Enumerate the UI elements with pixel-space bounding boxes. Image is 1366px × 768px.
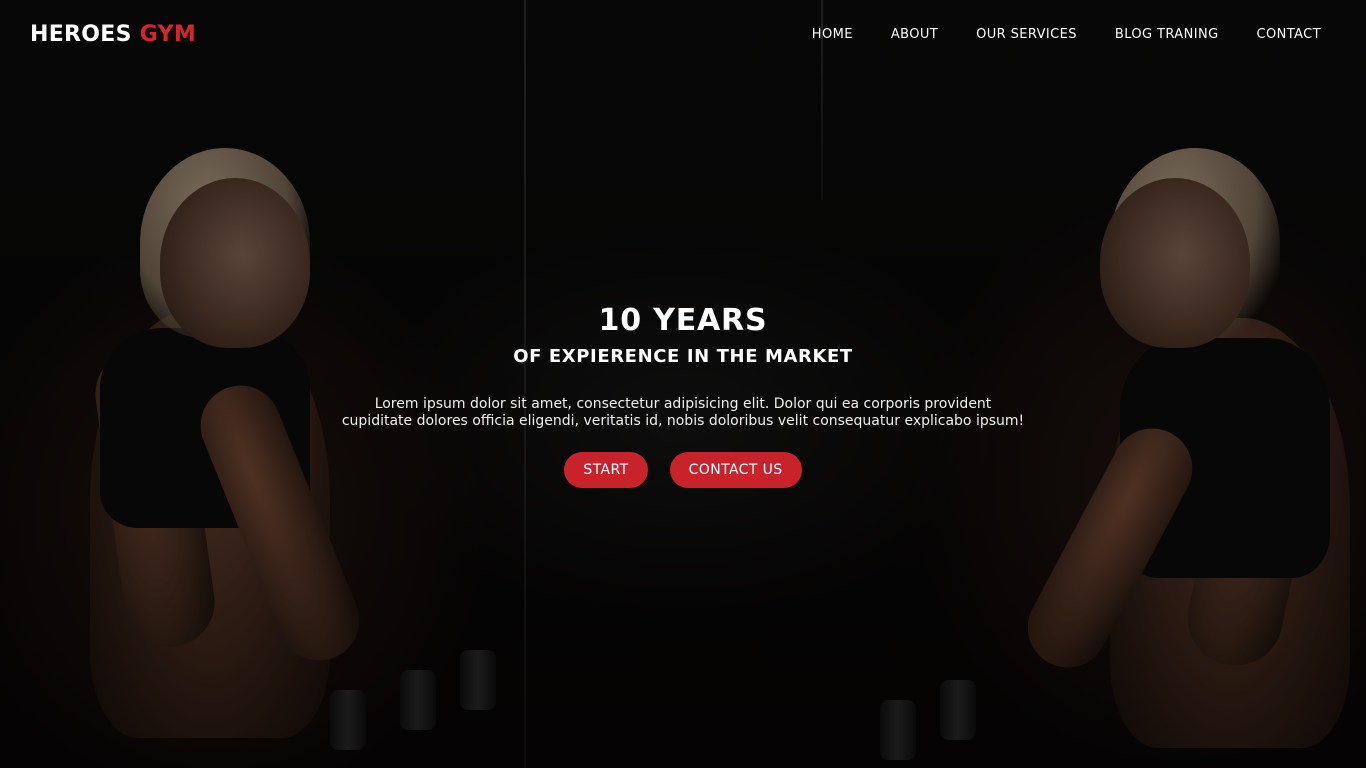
- main-nav: HOME ABOUT OUR SERVICES BLOG TRANING CON…: [812, 27, 1321, 42]
- hero-content: 10 YEARS OF EXPIERENCE IN THE MARKET Lor…: [0, 300, 1366, 488]
- start-button[interactable]: START: [564, 452, 648, 488]
- hero-subheadline: OF EXPIERENCE IN THE MARKET: [513, 346, 853, 367]
- hero-description-line: cupiditate dolores officia eligendi, ver…: [341, 413, 1025, 429]
- hero-headline: 10 YEARS: [598, 303, 768, 338]
- nav-item-home[interactable]: HOME: [812, 27, 853, 42]
- nav-item-blog-traning[interactable]: BLOG TRANING: [1115, 27, 1219, 42]
- hero-section: HEROES GYM HOME ABOUT OUR SERVICES BLOG …: [0, 0, 1366, 768]
- logo-text-main: HEROES: [30, 22, 132, 47]
- site-header: HEROES GYM HOME ABOUT OUR SERVICES BLOG …: [0, 0, 1366, 70]
- hero-description: Lorem ipsum dolor sit amet, consectetur …: [323, 396, 1043, 430]
- nav-item-contact[interactable]: CONTACT: [1257, 27, 1321, 42]
- logo-text-accent: GYM: [139, 22, 197, 47]
- site-logo[interactable]: HEROES GYM: [30, 22, 196, 47]
- hero-buttons: START CONTACT US: [0, 452, 1366, 488]
- nav-item-our-services[interactable]: OUR SERVICES: [976, 27, 1077, 42]
- nav-item-about[interactable]: ABOUT: [891, 27, 938, 42]
- hero-description-line: Lorem ipsum dolor sit amet, consectetur …: [374, 396, 992, 412]
- contact-us-button[interactable]: CONTACT US: [669, 452, 802, 488]
